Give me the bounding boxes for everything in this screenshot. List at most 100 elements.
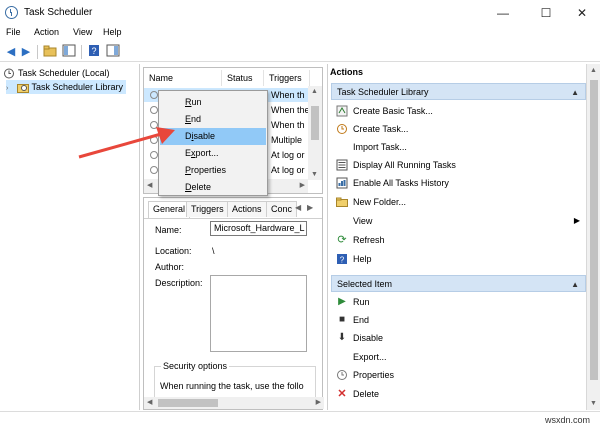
- console-tree-icon[interactable]: [61, 44, 77, 60]
- action-label: Export...: [353, 352, 387, 362]
- create-basic-task-icon: [336, 105, 348, 117]
- action-label: Run: [353, 297, 370, 307]
- history-icon: [336, 177, 348, 189]
- collapse-up-icon[interactable]: ▲: [571, 276, 579, 293]
- folder-up-icon[interactable]: [42, 44, 58, 60]
- help-book-icon[interactable]: ?: [86, 44, 102, 60]
- action-pane-icon[interactable]: [105, 44, 121, 60]
- scroll-left-icon[interactable]: ◀: [147, 398, 152, 406]
- action-new-folder[interactable]: New Folder...: [331, 193, 586, 211]
- tree-item-label: Task Scheduler Library: [31, 82, 124, 92]
- menu-view[interactable]: View: [73, 27, 92, 37]
- description-field[interactable]: [210, 275, 307, 352]
- scroll-thumb[interactable]: [311, 106, 319, 140]
- collapse-up-icon[interactable]: ▲: [571, 84, 579, 101]
- tab-scroll-left-icon[interactable]: ◀: [295, 203, 301, 212]
- action-run[interactable]: ▶ Run: [331, 293, 586, 311]
- close-button[interactable]: ✕: [564, 2, 600, 24]
- menu-help[interactable]: Help: [103, 27, 122, 37]
- export-icon: [336, 351, 348, 363]
- back-arrow-icon[interactable]: ◀: [3, 44, 19, 60]
- action-delete[interactable]: ✕ Delete: [331, 385, 586, 403]
- action-view[interactable]: View ▶: [331, 212, 586, 230]
- location-value: \: [212, 246, 215, 256]
- action-import-task[interactable]: Import Task...: [331, 138, 586, 156]
- action-create-task[interactable]: Create Task...: [331, 120, 586, 138]
- tab-general[interactable]: General: [148, 201, 191, 218]
- context-menu-properties[interactable]: Properties: [160, 162, 266, 179]
- action-disable[interactable]: ⬇ Disable: [331, 329, 586, 347]
- action-help[interactable]: ? Help: [331, 250, 586, 268]
- scroll-down-icon[interactable]: ▼: [311, 171, 318, 178]
- action-properties[interactable]: Properties: [331, 366, 586, 384]
- refresh-icon: ⟳: [337, 234, 347, 246]
- toolbar-divider: [37, 45, 38, 59]
- tree-item-label: Task Scheduler (Local): [18, 68, 110, 78]
- chevron-right-icon[interactable]: ›: [6, 82, 14, 96]
- column-header-status[interactable]: Status: [222, 70, 264, 86]
- maximize-button[interactable]: ☐: [528, 2, 564, 24]
- trigger-cell: When th: [271, 90, 305, 100]
- tab-conditions[interactable]: Conc: [266, 201, 298, 217]
- action-enable-tasks-history[interactable]: Enable All Tasks History: [331, 174, 586, 192]
- tab-actions[interactable]: Actions: [227, 201, 267, 217]
- trigger-cell: When th: [271, 120, 305, 130]
- properties-icon: [336, 369, 348, 381]
- tree-item-root[interactable]: Task Scheduler (Local): [3, 66, 110, 80]
- section-selected-item[interactable]: Selected Item ▲: [331, 275, 586, 292]
- menu-action[interactable]: Action: [34, 27, 59, 37]
- context-menu-delete[interactable]: Delete: [160, 179, 266, 196]
- tree-item-library[interactable]: › Task Scheduler Library: [6, 80, 126, 94]
- section-label: Selected Item: [337, 279, 393, 289]
- task-name-field[interactable]: Microsoft_Hardware_L: [210, 221, 307, 236]
- menu-file[interactable]: File: [6, 27, 21, 37]
- clock-icon: [3, 68, 15, 79]
- action-refresh[interactable]: ⟳ Refresh: [331, 231, 586, 249]
- scroll-left-icon[interactable]: ◀: [147, 181, 152, 189]
- action-display-running-tasks[interactable]: Display All Running Tasks: [331, 156, 586, 174]
- action-label: Import Task...: [353, 142, 407, 152]
- author-label: Author:: [155, 262, 185, 272]
- action-label: Help: [353, 254, 372, 264]
- delete-icon: ✕: [337, 388, 347, 400]
- minimize-button[interactable]: —: [485, 2, 521, 24]
- action-export[interactable]: Export...: [331, 348, 586, 366]
- scroll-thumb[interactable]: [158, 399, 218, 407]
- action-label: End: [353, 315, 370, 325]
- section-task-scheduler-library[interactable]: Task Scheduler Library ▲: [331, 83, 586, 100]
- name-label: Name:: [155, 225, 182, 235]
- scroll-down-icon[interactable]: ▼: [590, 400, 597, 407]
- actions-vertical-scrollbar[interactable]: ▲ ▼: [586, 64, 600, 410]
- details-horizontal-scrollbar[interactable]: ◀ ▶: [144, 397, 324, 409]
- scroll-right-icon[interactable]: ▶: [316, 398, 321, 406]
- tab-scroll-right-icon[interactable]: ▶: [307, 203, 313, 212]
- action-end[interactable]: ■ End: [331, 311, 586, 329]
- column-header-triggers[interactable]: Triggers: [264, 70, 310, 86]
- action-create-basic-task[interactable]: Create Basic Task...: [331, 102, 586, 120]
- scroll-up-icon[interactable]: ▲: [311, 88, 318, 95]
- forward-arrow-icon[interactable]: ▶: [18, 44, 34, 60]
- svg-text:?: ?: [340, 256, 345, 265]
- scroll-thumb[interactable]: [590, 80, 598, 380]
- tab-divider: [144, 218, 322, 219]
- task-clock-icon: [150, 166, 158, 174]
- column-header-name[interactable]: Name: [144, 70, 222, 86]
- view-icon: [336, 215, 348, 227]
- end-icon: ■: [338, 314, 346, 325]
- scroll-up-icon[interactable]: ▲: [590, 67, 597, 74]
- watermark: wsxdn.com: [544, 415, 590, 425]
- title-bar: Task Scheduler — ☐ ✕: [0, 0, 600, 26]
- toolbar-divider: [81, 45, 82, 59]
- context-menu-run[interactable]: Run: [160, 94, 266, 111]
- action-label: Create Task...: [353, 124, 409, 134]
- running-tasks-icon: [336, 159, 348, 171]
- scroll-right-icon[interactable]: ▶: [300, 181, 305, 189]
- action-label: View: [353, 216, 373, 226]
- action-label: Disable: [353, 333, 384, 343]
- create-task-icon: [336, 123, 348, 135]
- trigger-cell: At log or: [271, 165, 305, 175]
- list-vertical-scrollbar[interactable]: ▲ ▼: [308, 86, 322, 180]
- action-label: Delete: [353, 389, 380, 399]
- tab-triggers[interactable]: Triggers: [186, 201, 229, 217]
- menu-bar: File Action View Help: [0, 26, 600, 41]
